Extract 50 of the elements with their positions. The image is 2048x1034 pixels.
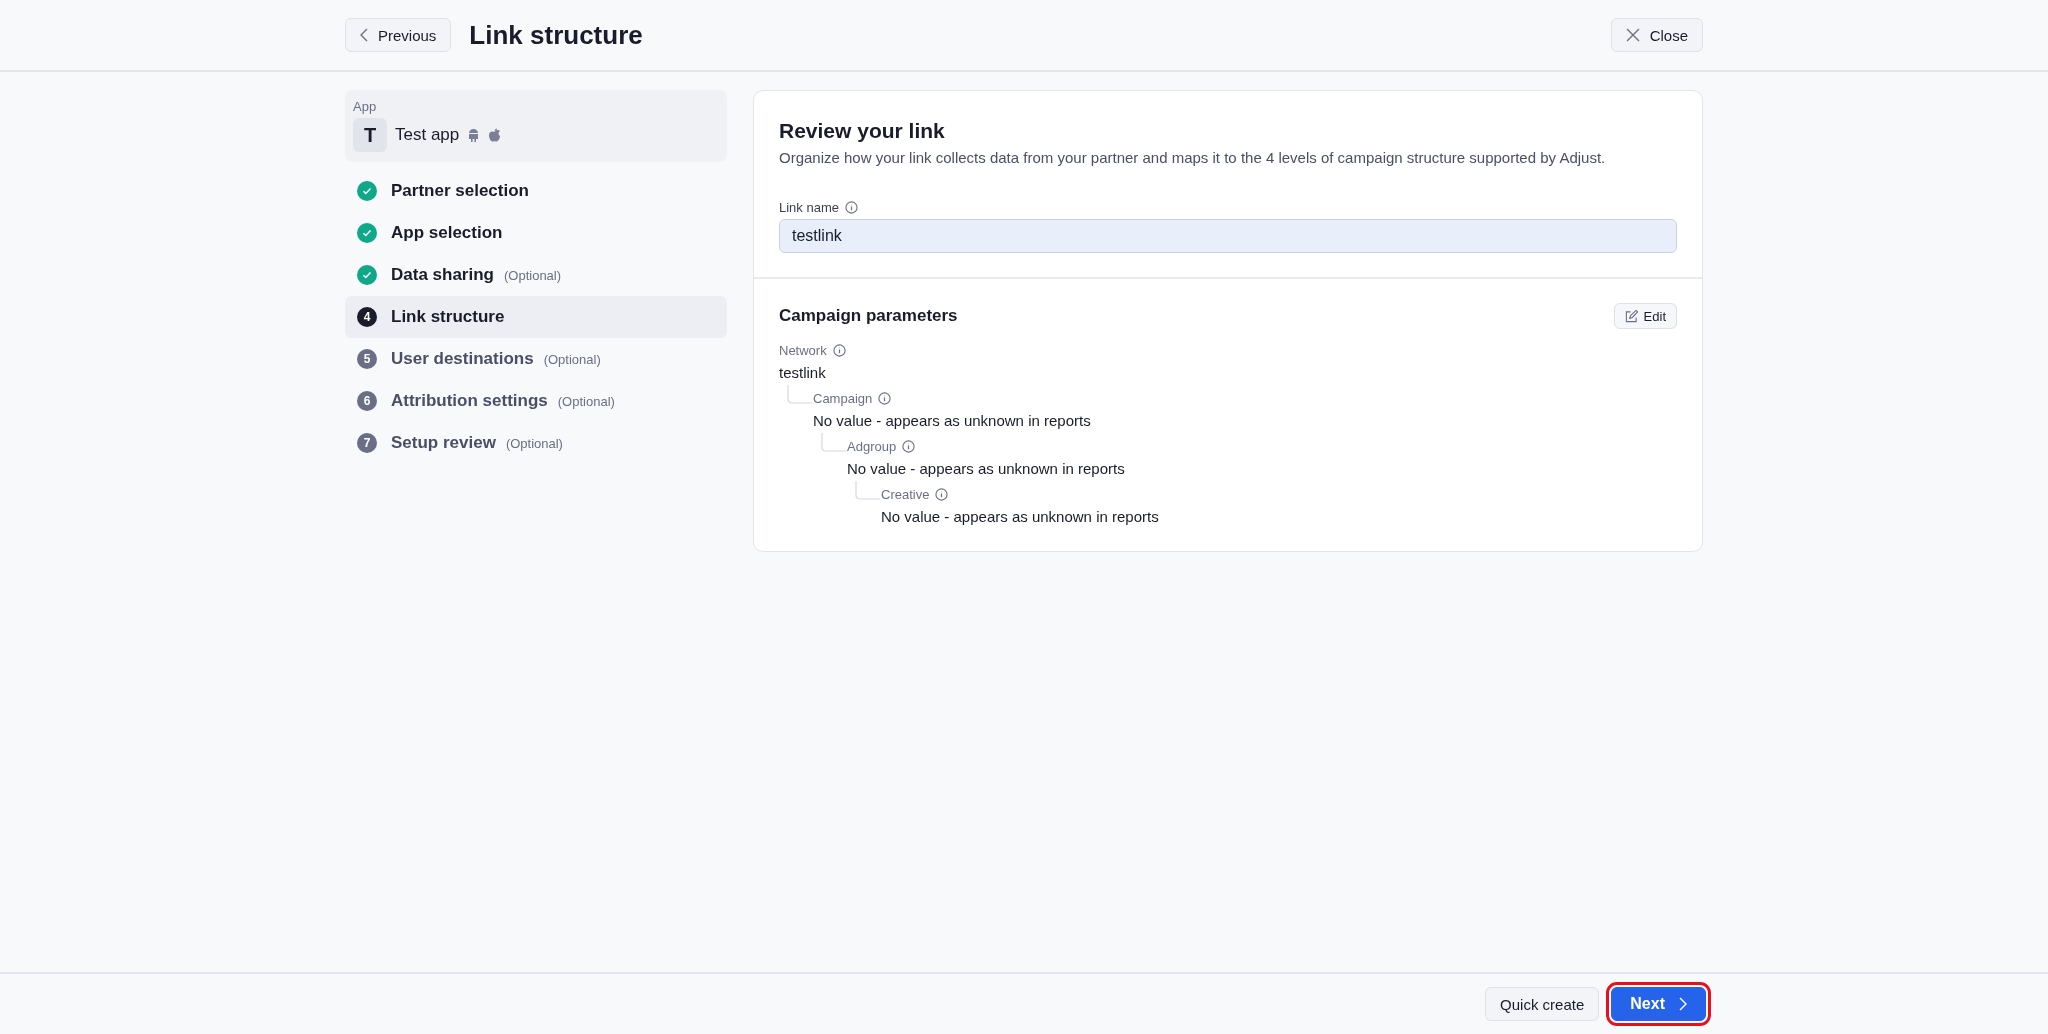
- optional-note: (Optional): [557, 393, 615, 409]
- previous-button[interactable]: Previous: [345, 18, 452, 52]
- check-icon: [357, 265, 377, 285]
- parameter-value: No value - appears as unknown in reports: [881, 508, 1159, 525]
- step-number: 5: [357, 349, 377, 369]
- section-title: Campaign parameters: [779, 306, 958, 326]
- optional-note: (Optional): [505, 435, 563, 451]
- app-name: Test app: [395, 125, 460, 145]
- parameter-value: testlink: [779, 364, 827, 381]
- android-icon: [467, 128, 481, 142]
- link-name-field[interactable]: testlink: [779, 219, 1677, 253]
- info-icon: [935, 488, 949, 501]
- card-description: Organize how your link collects data from your partner and maps it to the 4 levels of campaign structure supported by Adjust.: [779, 149, 1607, 166]
- field-label: Link name: [779, 200, 839, 215]
- card-title: Review your link: [779, 119, 946, 143]
- info-icon: [902, 440, 916, 453]
- info-icon: [832, 344, 846, 357]
- step-item[interactable]: Data sharing (Optional): [345, 254, 727, 296]
- app-avatar: T: [353, 118, 387, 152]
- parameter-label: Network: [779, 343, 827, 358]
- optional-note: (Optional): [504, 267, 562, 283]
- close-icon: [1625, 28, 1640, 42]
- close-button[interactable]: Close: [1610, 18, 1703, 52]
- chevron-right-icon: [1679, 997, 1687, 1011]
- optional-note: (Optional): [543, 351, 601, 367]
- page-title: Link structure: [469, 19, 644, 51]
- step-item[interactable]: 7 Setup review (Optional): [345, 422, 727, 464]
- chevron-left-icon: [360, 28, 368, 42]
- app-label: App: [353, 99, 378, 114]
- step-item[interactable]: 4 Link structure: [345, 296, 727, 338]
- parameter-value: No value - appears as unknown in reports: [813, 412, 1092, 429]
- edit-button[interactable]: Edit: [1613, 303, 1677, 329]
- apple-icon: [488, 128, 502, 142]
- step-item[interactable]: App selection: [345, 212, 727, 254]
- quick-create-button[interactable]: Quick create: [1485, 987, 1600, 1021]
- step-item[interactable]: 5 User destinations (Optional): [345, 338, 727, 380]
- parameter-label: Creative: [881, 487, 930, 502]
- step-item[interactable]: 6 Attribution settings (Optional): [345, 380, 727, 422]
- step-number: 7: [357, 433, 377, 453]
- info-icon: [845, 201, 858, 214]
- parameter-label: Campaign: [813, 391, 873, 406]
- edit-icon: [1624, 309, 1638, 323]
- step-item[interactable]: Partner selection: [345, 170, 727, 212]
- step-number: 6: [357, 391, 377, 411]
- parameter-label: Adgroup: [847, 439, 897, 454]
- info-icon: [878, 392, 892, 405]
- step-number: 4: [357, 307, 377, 327]
- check-icon: [357, 223, 377, 243]
- check-icon: [357, 181, 377, 201]
- parameter-value: No value - appears as unknown in reports: [847, 460, 1126, 477]
